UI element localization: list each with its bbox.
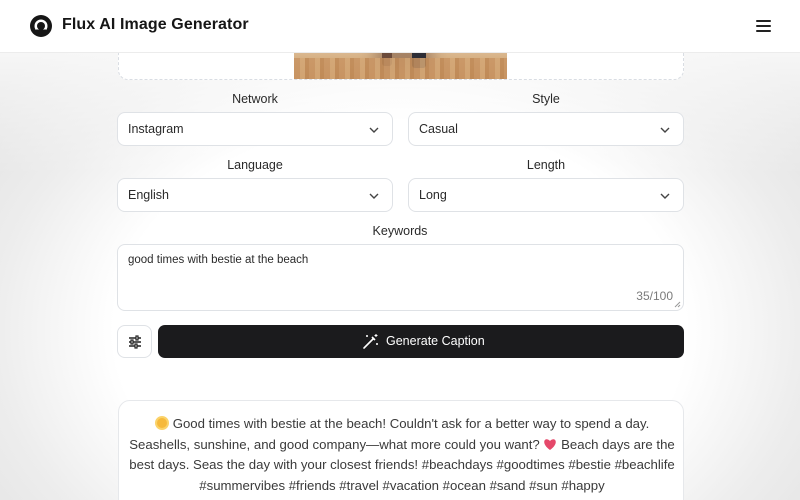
caption-result-card: Good times with bestie at the beach! Cou… <box>118 400 684 500</box>
image-sand <box>294 58 507 79</box>
app-title[interactable]: Flux AI Image Generator <box>62 16 249 34</box>
resize-handle-icon[interactable] <box>674 301 681 308</box>
chevron-down-icon <box>660 193 670 199</box>
language-select[interactable]: English <box>117 178 393 212</box>
sun-emoji-icon <box>154 416 169 430</box>
keywords-value: good times with bestie at the beach <box>128 254 309 266</box>
hamburger-menu-icon[interactable] <box>755 18 773 34</box>
chevron-down-icon <box>369 127 379 133</box>
top-header: Flux AI Image Generator <box>0 0 800 53</box>
magic-wand-icon <box>363 334 378 349</box>
style-value: Casual <box>419 122 458 136</box>
length-select[interactable]: Long <box>408 178 684 212</box>
keywords-textarea[interactable]: good times with bestie at the beach 35/1… <box>117 244 684 311</box>
length-value: Long <box>419 188 447 202</box>
network-value: Instagram <box>128 122 184 136</box>
style-label: Style <box>532 92 560 106</box>
sliders-icon <box>129 335 141 349</box>
generate-caption-button[interactable]: Generate Caption <box>158 325 684 358</box>
heart-emoji-icon <box>544 438 557 450</box>
network-label: Network <box>232 92 278 106</box>
language-value: English <box>128 188 169 202</box>
chevron-down-icon <box>660 127 670 133</box>
keywords-char-counter: 35/100 <box>636 289 673 303</box>
length-label: Length <box>526 158 566 172</box>
flux-logo-icon[interactable] <box>29 14 53 38</box>
caption-text[interactable]: Good times with bestie at the beach! Cou… <box>129 414 675 496</box>
style-select[interactable]: Casual <box>408 112 684 146</box>
chevron-down-icon <box>369 193 379 199</box>
network-select[interactable]: Instagram <box>117 112 393 146</box>
language-label: Language <box>227 158 283 172</box>
generate-caption-label: Generate Caption <box>386 334 485 348</box>
options-button[interactable] <box>117 325 152 358</box>
keywords-label: Keywords <box>372 224 428 238</box>
